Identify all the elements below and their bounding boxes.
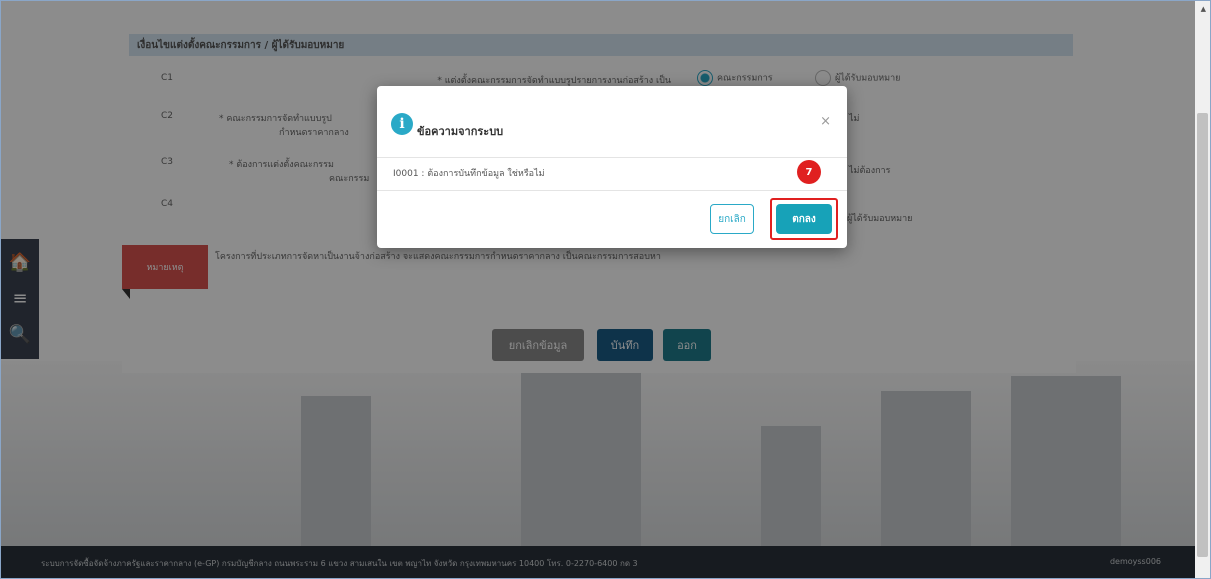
ok-button[interactable]: ตกลง	[776, 204, 832, 234]
close-icon[interactable]: ×	[820, 114, 831, 129]
scroll-thumb[interactable]	[1197, 113, 1208, 557]
system-message-dialog: i ข้อความจากระบบ × I0001 : ต้องการบันทึก…	[377, 86, 847, 248]
dialog-title: ข้อความจากระบบ	[417, 125, 504, 138]
scroll-up-icon[interactable]: ▲	[1201, 5, 1206, 13]
scrollbar[interactable]: ▲	[1195, 1, 1210, 578]
dialog-header: i ข้อความจากระบบ ×	[377, 86, 847, 158]
step-badge: 7	[797, 160, 821, 184]
dialog-divider	[377, 190, 847, 191]
browser-frame: เงื่อนไขแต่งตั้งคณะกรรมการ / ผู้ได้รับมอ…	[0, 0, 1211, 579]
cancel-button[interactable]: ยกเลิก	[710, 204, 754, 234]
info-icon: i	[391, 113, 413, 135]
dialog-message: I0001 : ต้องการบันทึกข้อมูล ใช่หรือไม่	[393, 169, 545, 179]
